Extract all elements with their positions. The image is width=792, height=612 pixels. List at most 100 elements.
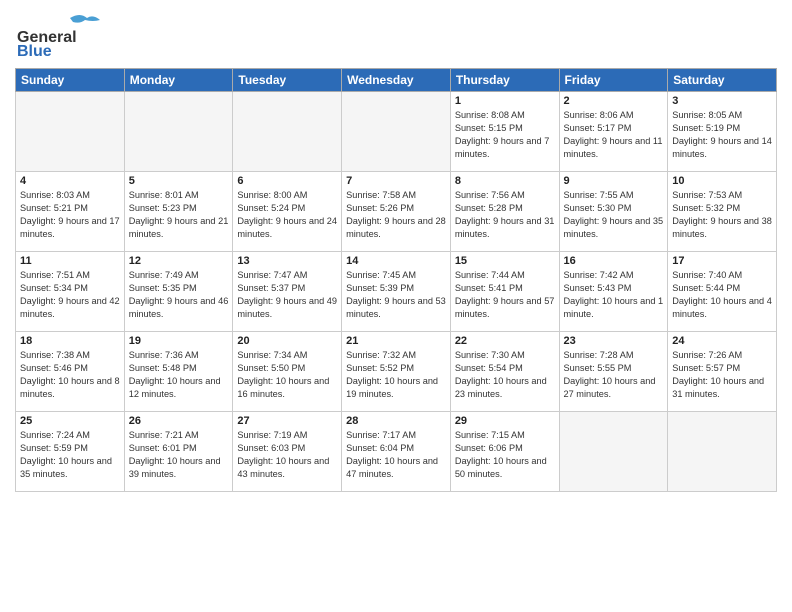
header: General Blue — [15, 10, 777, 60]
day-info: Sunrise: 7:47 AMSunset: 5:37 PMDaylight:… — [237, 269, 337, 321]
day-header-thursday: Thursday — [450, 69, 559, 92]
day-number: 15 — [455, 255, 555, 267]
calendar-cell: 15 Sunrise: 7:44 AMSunset: 5:41 PMDaylig… — [450, 252, 559, 332]
calendar-cell: 12 Sunrise: 7:49 AMSunset: 5:35 PMDaylig… — [124, 252, 233, 332]
day-number: 2 — [564, 95, 664, 107]
day-number: 13 — [237, 255, 337, 267]
calendar-cell — [668, 412, 777, 492]
day-number: 16 — [564, 255, 664, 267]
day-number: 26 — [129, 415, 229, 427]
day-info: Sunrise: 7:36 AMSunset: 5:48 PMDaylight:… — [129, 349, 229, 401]
calendar-table: SundayMondayTuesdayWednesdayThursdayFrid… — [15, 68, 777, 492]
calendar-cell: 21 Sunrise: 7:32 AMSunset: 5:52 PMDaylig… — [342, 332, 451, 412]
day-number: 24 — [672, 335, 772, 347]
day-number: 23 — [564, 335, 664, 347]
day-number: 10 — [672, 175, 772, 187]
day-number: 28 — [346, 415, 446, 427]
day-info: Sunrise: 7:21 AMSunset: 6:01 PMDaylight:… — [129, 429, 229, 481]
calendar-cell: 26 Sunrise: 7:21 AMSunset: 6:01 PMDaylig… — [124, 412, 233, 492]
day-info: Sunrise: 7:34 AMSunset: 5:50 PMDaylight:… — [237, 349, 337, 401]
day-number: 19 — [129, 335, 229, 347]
calendar-cell: 11 Sunrise: 7:51 AMSunset: 5:34 PMDaylig… — [16, 252, 125, 332]
day-number: 22 — [455, 335, 555, 347]
day-info: Sunrise: 7:30 AMSunset: 5:54 PMDaylight:… — [455, 349, 555, 401]
calendar-cell: 10 Sunrise: 7:53 AMSunset: 5:32 PMDaylig… — [668, 172, 777, 252]
page-container: General Blue SundayMondayTuesdayWednesda… — [0, 0, 792, 612]
calendar-cell: 6 Sunrise: 8:00 AMSunset: 5:24 PMDayligh… — [233, 172, 342, 252]
day-number: 1 — [455, 95, 555, 107]
day-header-friday: Friday — [559, 69, 668, 92]
calendar-cell — [16, 92, 125, 172]
day-info: Sunrise: 7:17 AMSunset: 6:04 PMDaylight:… — [346, 429, 446, 481]
logo: General Blue — [15, 10, 105, 60]
day-number: 7 — [346, 175, 446, 187]
day-info: Sunrise: 8:06 AMSunset: 5:17 PMDaylight:… — [564, 109, 664, 161]
calendar-cell: 7 Sunrise: 7:58 AMSunset: 5:26 PMDayligh… — [342, 172, 451, 252]
day-info: Sunrise: 7:26 AMSunset: 5:57 PMDaylight:… — [672, 349, 772, 401]
calendar-cell: 4 Sunrise: 8:03 AMSunset: 5:21 PMDayligh… — [16, 172, 125, 252]
calendar-cell: 14 Sunrise: 7:45 AMSunset: 5:39 PMDaylig… — [342, 252, 451, 332]
day-number: 18 — [20, 335, 120, 347]
calendar-cell: 3 Sunrise: 8:05 AMSunset: 5:19 PMDayligh… — [668, 92, 777, 172]
day-number: 11 — [20, 255, 120, 267]
calendar-cell: 25 Sunrise: 7:24 AMSunset: 5:59 PMDaylig… — [16, 412, 125, 492]
calendar-cell: 2 Sunrise: 8:06 AMSunset: 5:17 PMDayligh… — [559, 92, 668, 172]
day-number: 8 — [455, 175, 555, 187]
calendar-week-3: 18 Sunrise: 7:38 AMSunset: 5:46 PMDaylig… — [16, 332, 777, 412]
calendar-cell — [124, 92, 233, 172]
calendar-cell: 28 Sunrise: 7:17 AMSunset: 6:04 PMDaylig… — [342, 412, 451, 492]
calendar-cell: 17 Sunrise: 7:40 AMSunset: 5:44 PMDaylig… — [668, 252, 777, 332]
day-info: Sunrise: 8:01 AMSunset: 5:23 PMDaylight:… — [129, 189, 229, 241]
day-info: Sunrise: 7:42 AMSunset: 5:43 PMDaylight:… — [564, 269, 664, 321]
logo-svg: General Blue — [15, 10, 105, 60]
day-info: Sunrise: 8:00 AMSunset: 5:24 PMDaylight:… — [237, 189, 337, 241]
day-number: 27 — [237, 415, 337, 427]
day-info: Sunrise: 7:38 AMSunset: 5:46 PMDaylight:… — [20, 349, 120, 401]
day-info: Sunrise: 7:19 AMSunset: 6:03 PMDaylight:… — [237, 429, 337, 481]
day-number: 3 — [672, 95, 772, 107]
calendar-cell: 8 Sunrise: 7:56 AMSunset: 5:28 PMDayligh… — [450, 172, 559, 252]
calendar-cell: 1 Sunrise: 8:08 AMSunset: 5:15 PMDayligh… — [450, 92, 559, 172]
calendar-cell: 9 Sunrise: 7:55 AMSunset: 5:30 PMDayligh… — [559, 172, 668, 252]
calendar-cell: 5 Sunrise: 8:01 AMSunset: 5:23 PMDayligh… — [124, 172, 233, 252]
day-number: 12 — [129, 255, 229, 267]
calendar-cell: 13 Sunrise: 7:47 AMSunset: 5:37 PMDaylig… — [233, 252, 342, 332]
day-info: Sunrise: 8:08 AMSunset: 5:15 PMDaylight:… — [455, 109, 555, 161]
day-number: 4 — [20, 175, 120, 187]
day-info: Sunrise: 7:56 AMSunset: 5:28 PMDaylight:… — [455, 189, 555, 241]
day-info: Sunrise: 7:40 AMSunset: 5:44 PMDaylight:… — [672, 269, 772, 321]
day-info: Sunrise: 7:53 AMSunset: 5:32 PMDaylight:… — [672, 189, 772, 241]
calendar-cell: 18 Sunrise: 7:38 AMSunset: 5:46 PMDaylig… — [16, 332, 125, 412]
day-number: 17 — [672, 255, 772, 267]
day-number: 25 — [20, 415, 120, 427]
day-number: 14 — [346, 255, 446, 267]
day-header-sunday: Sunday — [16, 69, 125, 92]
day-info: Sunrise: 7:32 AMSunset: 5:52 PMDaylight:… — [346, 349, 446, 401]
day-number: 29 — [455, 415, 555, 427]
day-info: Sunrise: 7:15 AMSunset: 6:06 PMDaylight:… — [455, 429, 555, 481]
calendar-week-0: 1 Sunrise: 8:08 AMSunset: 5:15 PMDayligh… — [16, 92, 777, 172]
calendar-cell — [559, 412, 668, 492]
calendar-cell: 27 Sunrise: 7:19 AMSunset: 6:03 PMDaylig… — [233, 412, 342, 492]
day-info: Sunrise: 8:03 AMSunset: 5:21 PMDaylight:… — [20, 189, 120, 241]
day-number: 21 — [346, 335, 446, 347]
day-info: Sunrise: 8:05 AMSunset: 5:19 PMDaylight:… — [672, 109, 772, 161]
calendar-cell: 20 Sunrise: 7:34 AMSunset: 5:50 PMDaylig… — [233, 332, 342, 412]
calendar-week-1: 4 Sunrise: 8:03 AMSunset: 5:21 PMDayligh… — [16, 172, 777, 252]
calendar-cell: 24 Sunrise: 7:26 AMSunset: 5:57 PMDaylig… — [668, 332, 777, 412]
day-number: 6 — [237, 175, 337, 187]
day-info: Sunrise: 7:58 AMSunset: 5:26 PMDaylight:… — [346, 189, 446, 241]
day-info: Sunrise: 7:51 AMSunset: 5:34 PMDaylight:… — [20, 269, 120, 321]
day-number: 9 — [564, 175, 664, 187]
day-number: 5 — [129, 175, 229, 187]
day-info: Sunrise: 7:44 AMSunset: 5:41 PMDaylight:… — [455, 269, 555, 321]
day-info: Sunrise: 7:49 AMSunset: 5:35 PMDaylight:… — [129, 269, 229, 321]
calendar-cell: 16 Sunrise: 7:42 AMSunset: 5:43 PMDaylig… — [559, 252, 668, 332]
calendar-week-2: 11 Sunrise: 7:51 AMSunset: 5:34 PMDaylig… — [16, 252, 777, 332]
calendar-cell: 19 Sunrise: 7:36 AMSunset: 5:48 PMDaylig… — [124, 332, 233, 412]
calendar-cell: 22 Sunrise: 7:30 AMSunset: 5:54 PMDaylig… — [450, 332, 559, 412]
day-header-saturday: Saturday — [668, 69, 777, 92]
day-info: Sunrise: 7:55 AMSunset: 5:30 PMDaylight:… — [564, 189, 664, 241]
day-info: Sunrise: 7:45 AMSunset: 5:39 PMDaylight:… — [346, 269, 446, 321]
day-header-wednesday: Wednesday — [342, 69, 451, 92]
